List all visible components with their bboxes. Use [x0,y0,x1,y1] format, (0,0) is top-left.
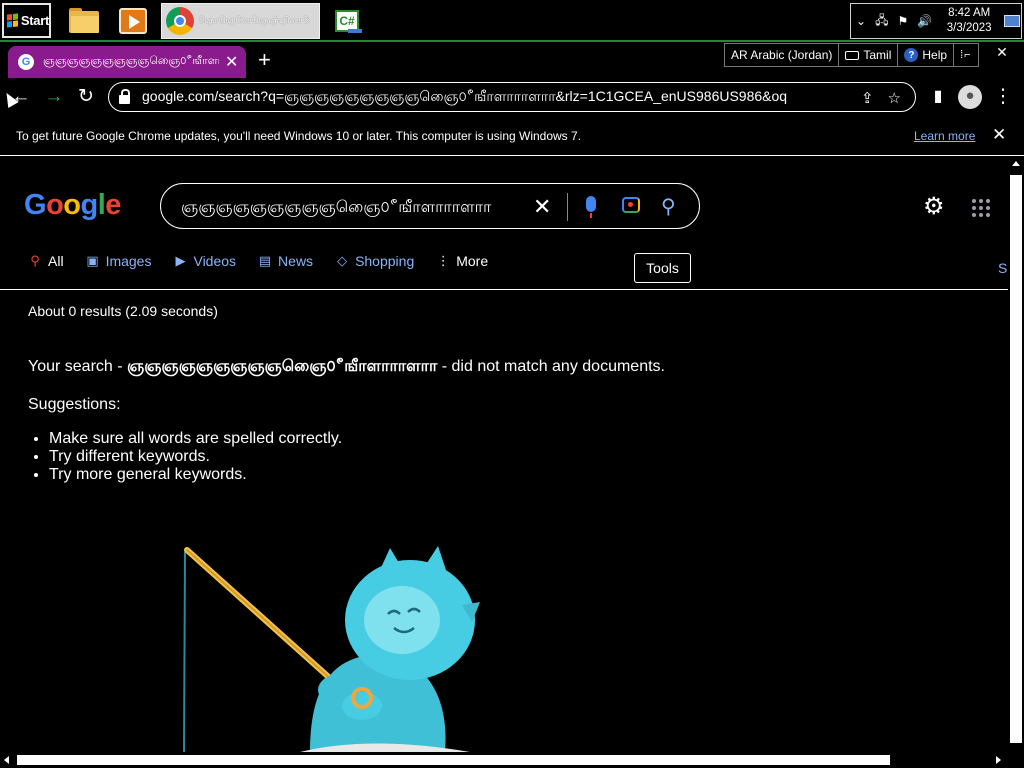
system-tray: ⌄ 🖧 ⚑ 🔊 8:42 AM 3/3/2023 [850,3,1022,39]
clock-time: 8:42 AM [948,7,991,19]
google-lens-icon[interactable] [622,197,640,213]
lock-icon[interactable] [119,88,130,104]
window-close-icon[interactable]: ✕ [980,42,1024,62]
tab-more[interactable]: ⋮ More [436,253,488,269]
windows-taskbar: Start ஞோஞெ௦ோஞெஞீஞினானோ... C# ⌄ 🖧 ⚑ 🔊 8:4… [0,0,1024,42]
csharp-app-taskbar-icon[interactable]: C# [332,5,368,37]
help-label: Help [922,48,948,62]
network-icon[interactable]: 🖧 [875,11,888,32]
keyboard-icon [845,50,860,60]
learn-more-link[interactable]: Learn more [914,129,975,143]
language-label: AR Arabic (Jordan) [731,48,833,62]
search-icon: ⚲ [30,253,40,268]
search-divider [567,193,568,221]
browser-tab-active[interactable]: G ஞஞஞஞஞஞஞஞஞஞைெ௦ீஙீாளாாாளாா ✕ [8,46,246,78]
file-explorer-taskbar-icon[interactable] [66,5,102,37]
bookmark-star-icon[interactable]: ☆ [888,89,901,107]
keyboard-label: Tamil [863,48,892,62]
tools-button[interactable]: Tools [634,253,691,283]
clear-search-icon[interactable]: ✕ [533,194,551,220]
google-apps-icon[interactable] [972,199,990,217]
browser-toolbar: ← → ↻ google.com/search?q=ஞஞஞஞஞஞஞஞஞஞைெ௦ீ… [0,78,1024,116]
clock-date: 3/3/2023 [946,22,992,34]
header-divider [0,289,1008,290]
reload-icon[interactable]: ↻ [75,86,97,108]
google-logo[interactable]: Google [24,189,121,222]
suggestions-list: Make sure all words are spelled correctl… [49,430,342,484]
tab-close-icon[interactable]: ✕ [225,52,238,72]
suggestion-item: Make sure all words are spelled correctl… [49,430,342,448]
help-icon: ? [904,48,919,62]
chrome-icon [166,7,194,35]
clock[interactable]: 8:42 AM 3/3/2023 [943,6,995,36]
search-icon[interactable]: ⚲ [661,194,676,219]
action-center-flag-icon[interactable]: ⚑ [897,14,908,28]
no-match-message: Your search - ஞஞஞஞஞஞஞஞஞஞைெ௦ீஙீாளாாாளாா -… [28,358,665,375]
search-box[interactable]: ஞஞஞஞஞஞஞஞஞஞைெ௦ீஙீாளாாாளாா ✕ ⚲ [160,183,700,229]
language-bar: AR Arabic (Jordan) Tamil ? Help ⁞⌐ [724,43,979,67]
suggestion-item: Try more general keywords. [49,466,342,484]
tab-title: ஞஞஞஞஞஞஞஞஞஞைெ௦ீஙீாளாாாளாா [43,55,219,67]
horizontal-scrollbar[interactable] [0,752,1024,768]
url-text[interactable]: google.com/search?q=ஞஞஞஞஞஞஞஞஞஞைெ௦ீஙீாளாா… [142,88,788,107]
microphone-icon[interactable] [586,196,596,218]
windows-flag-icon [7,13,18,28]
start-label: Start [20,13,49,28]
media-player-taskbar-icon[interactable] [115,5,151,37]
profile-avatar-icon[interactable]: ● [958,85,982,109]
video-icon: ▶ [175,253,186,268]
search-input[interactable]: ஞஞஞஞஞஞஞஞஞஞைெ௦ீஙீாளாாாளாா [181,198,501,218]
horizontal-scroll-thumb[interactable] [17,755,890,765]
language-bar-options[interactable]: ⁞⌐ [954,44,977,66]
start-button[interactable]: Start [2,3,51,38]
show-desktop-icon[interactable] [1004,15,1021,27]
update-infobar: To get future Google Chrome updates, you… [0,116,1024,156]
no-match-query: ஞஞஞஞஞஞஞஞஞஞைெ௦ீஙீாளாாாளாா [127,358,438,375]
tab-news[interactable]: ▤ News [258,253,313,269]
chrome-taskbar-title: ஞோஞெ௦ோஞெஞீஞினானோ... [198,15,310,25]
tab-shopping[interactable]: ◇ Shopping [335,253,414,269]
share-icon[interactable]: ⇪ [861,89,874,107]
kebab-icon: ⋮ [436,253,450,268]
tab-images[interactable]: ▣ Images [86,253,151,269]
scroll-left-arrow-icon[interactable] [4,756,9,764]
image-icon: ▣ [86,253,99,268]
google-header: Google ஞஞஞஞஞஞஞஞஞஞைெ௦ீஙீாளாாாளாா ✕ ⚲ ⚙ ⚲ A… [0,160,1008,290]
settings-gear-icon[interactable]: ⚙ [923,195,945,219]
volume-icon[interactable]: 🔊 [917,14,932,28]
search-tabs: ⚲ All ▣ Images ▶ Videos ▤ News ◇ Shopping ⋮ Mo… [28,253,510,269]
new-tab-plus-icon[interactable]: + [258,49,271,71]
scroll-up-arrow-icon[interactable] [1012,161,1020,166]
google-favicon-icon: G [18,54,34,70]
vertical-scrollbar[interactable] [1008,157,1024,752]
chrome-taskbar-button[interactable]: ஞோஞெ௦ோஞெஞீஞினானோ... [161,3,320,39]
suggestions-title: Suggestions: [28,396,121,413]
help-button[interactable]: ? Help [898,44,955,66]
tab-videos[interactable]: ▶ Videos [173,253,236,269]
forward-arrow-icon[interactable]: → [43,86,65,108]
side-panel-icon[interactable]: ▮ [927,86,949,108]
vertical-scroll-thumb[interactable] [1010,175,1022,743]
address-bar[interactable]: google.com/search?q=ஞஞஞஞஞஞஞஞஞஞைெ௦ீஙீாளாா… [108,82,916,112]
scroll-right-arrow-icon[interactable] [996,756,1001,764]
fishing-monster-illustration [183,546,480,752]
keyboard-selector[interactable]: Tamil [839,44,899,66]
options-icon: ⁞⌐ [960,49,972,61]
tag-icon: ◇ [337,253,348,268]
tab-all[interactable]: ⚲ All [28,253,63,269]
infobar-close-icon[interactable]: ✕ [992,125,1006,145]
news-icon: ▤ [258,253,272,268]
language-selector[interactable]: AR Arabic (Jordan) [725,44,840,66]
tray-chevron-icon[interactable]: ⌄ [856,14,866,28]
infobar-message: To get future Google Chrome updates, you… [16,129,582,143]
truncated-link[interactable]: S [998,260,1007,276]
back-arrow-icon[interactable]: ← [10,86,32,108]
chrome-menu-kebab-icon[interactable]: ⋮ [992,86,1014,108]
suggestion-item: Try different keywords. [49,448,342,466]
results-stats: About 0 results (2.09 seconds) [28,303,218,319]
